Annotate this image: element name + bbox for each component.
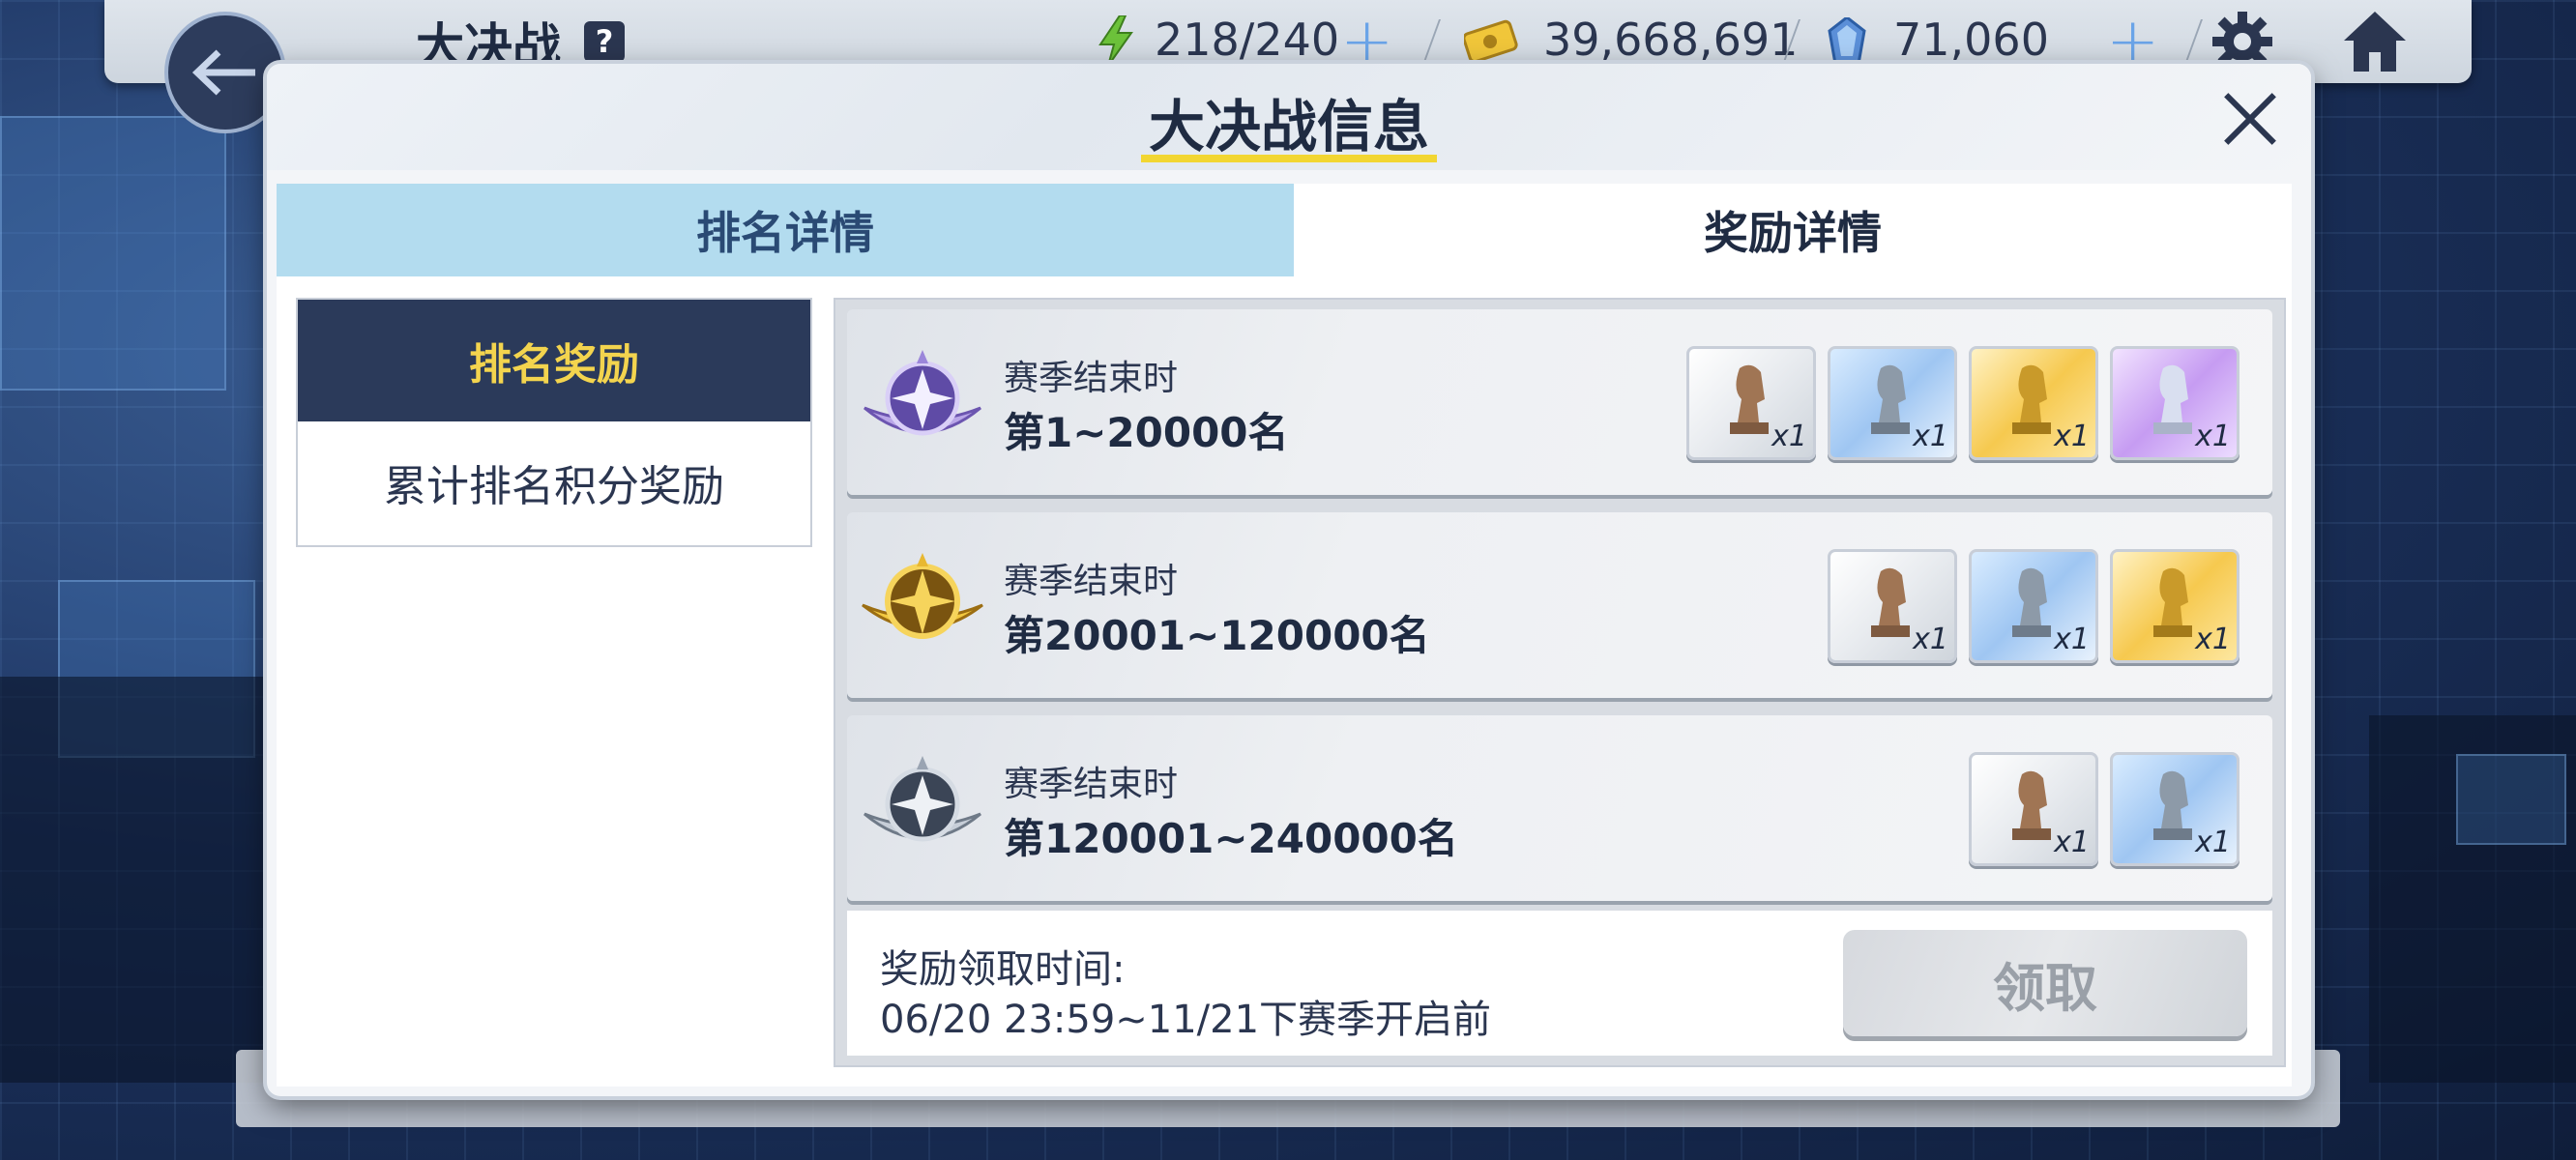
bronze-statue-icon — [2012, 770, 2051, 840]
tab-rank-details[interactable]: 排名详情 — [277, 184, 1294, 276]
reward-row: 赛季结束时 第1~20000名 x1 x1 x1 x1 — [847, 309, 2272, 495]
bronze-statue-item[interactable]: x1 — [1969, 752, 2098, 866]
rank-range: 第20001~120000名 — [1004, 612, 1430, 659]
silver-rank-medal-icon — [864, 756, 981, 842]
item-quantity: x1 — [1913, 420, 1948, 453]
reward-row: 赛季结束时 第20001~120000名 x1 x1 x1 — [847, 512, 2272, 698]
gold-rank-medal-icon — [862, 553, 983, 639]
stamina-value: 218/240 — [1155, 14, 1340, 66]
claim-time-value: 06/20 23:59~11/21下赛季开启前 — [880, 998, 1492, 1042]
item-quantity: x1 — [2195, 420, 2231, 453]
bronze-statue-item[interactable]: x1 — [1828, 549, 1957, 663]
help-icon[interactable]: ? — [584, 21, 625, 62]
gem-icon — [1828, 17, 1866, 66]
reward-items: x1 x1 x1 — [1828, 549, 2239, 663]
rank-range: 第1~20000名 — [1004, 409, 1289, 456]
dialog-title: 大决战信息 — [1148, 94, 1429, 160]
row-label: 赛季结束时 — [1004, 359, 1179, 398]
silver-statue-item[interactable]: x1 — [1828, 346, 1957, 460]
silver-statue-icon — [1871, 364, 1910, 434]
claim-time-label: 奖励领取时间: — [880, 947, 1126, 992]
purple-statue-item[interactable]: x1 — [2110, 346, 2239, 460]
reward-items: x1 x1 x1 x1 — [1686, 346, 2239, 460]
row-label: 赛季结束时 — [1004, 562, 1179, 601]
gold-statue-item[interactable]: x1 — [2110, 549, 2239, 663]
reward-list: 赛季结束时 第1~20000名 x1 x1 x1 x1 赛季结束时 第20001… — [834, 298, 2286, 1067]
tab-reward-details[interactable]: 奖励详情 — [1294, 184, 2292, 276]
reward-row: 赛季结束时 第120001~240000名 x1 x1 — [847, 715, 2272, 901]
divider — [2184, 19, 2204, 62]
silver-statue-item[interactable]: x1 — [2110, 752, 2239, 866]
item-quantity: x1 — [2054, 420, 2090, 453]
home-icon[interactable] — [2342, 10, 2408, 73]
back-arrow-icon — [191, 49, 255, 96]
silver-statue-item[interactable]: x1 — [1969, 549, 2098, 663]
background-screen — [0, 116, 226, 391]
title-underline — [1141, 155, 1437, 162]
item-quantity: x1 — [2054, 826, 2090, 859]
side-menu: 排名奖励 累计排名积分奖励 — [296, 298, 812, 547]
gold-statue-item[interactable]: x1 — [1969, 346, 2098, 460]
purple-rank-medal-icon — [864, 350, 981, 436]
row-label: 赛季结束时 — [1004, 765, 1179, 804]
menu-item-cumulative-reward[interactable]: 累计排名积分奖励 — [298, 421, 810, 543]
claim-footer: 奖励领取时间: 06/20 23:59~11/21下赛季开启前 领取 — [847, 911, 2272, 1056]
silver-statue-icon — [2012, 567, 2051, 637]
background-console — [0, 677, 271, 1083]
close-button[interactable] — [2216, 85, 2284, 153]
stamina-icon — [1098, 15, 1133, 66]
item-quantity: x1 — [1913, 623, 1948, 656]
battle-info-dialog: 大决战信息 排名详情 奖励详情 排名奖励 累计排名积分奖励 赛季结束时 第1~2… — [267, 64, 2311, 1096]
gold-statue-icon — [2012, 364, 2051, 434]
gold-value: 39,668,691 — [1543, 14, 1799, 66]
bronze-statue-icon — [1730, 364, 1769, 434]
silver-statue-icon — [2153, 770, 2192, 840]
gear-icon[interactable] — [2212, 12, 2272, 72]
gem-value: 71,060 — [1893, 14, 2049, 66]
crystal-statue-icon — [2153, 364, 2192, 434]
divider — [1422, 19, 1442, 62]
claim-button[interactable]: 领取 — [1843, 930, 2247, 1036]
menu-item-rank-reward[interactable]: 排名奖励 — [298, 300, 810, 421]
rank-range: 第120001~240000名 — [1004, 815, 1458, 862]
item-quantity: x1 — [2195, 623, 2231, 656]
bronze-statue-icon — [1871, 567, 1910, 637]
reward-items: x1 x1 — [1969, 752, 2239, 866]
gold-icon — [1464, 19, 1518, 62]
item-quantity: x1 — [2054, 623, 2090, 656]
gold-statue-icon — [2153, 567, 2192, 637]
item-quantity: x1 — [2195, 826, 2231, 859]
item-quantity: x1 — [1771, 420, 1807, 453]
background-screen — [2456, 754, 2566, 845]
bronze-statue-item[interactable]: x1 — [1686, 346, 1816, 460]
